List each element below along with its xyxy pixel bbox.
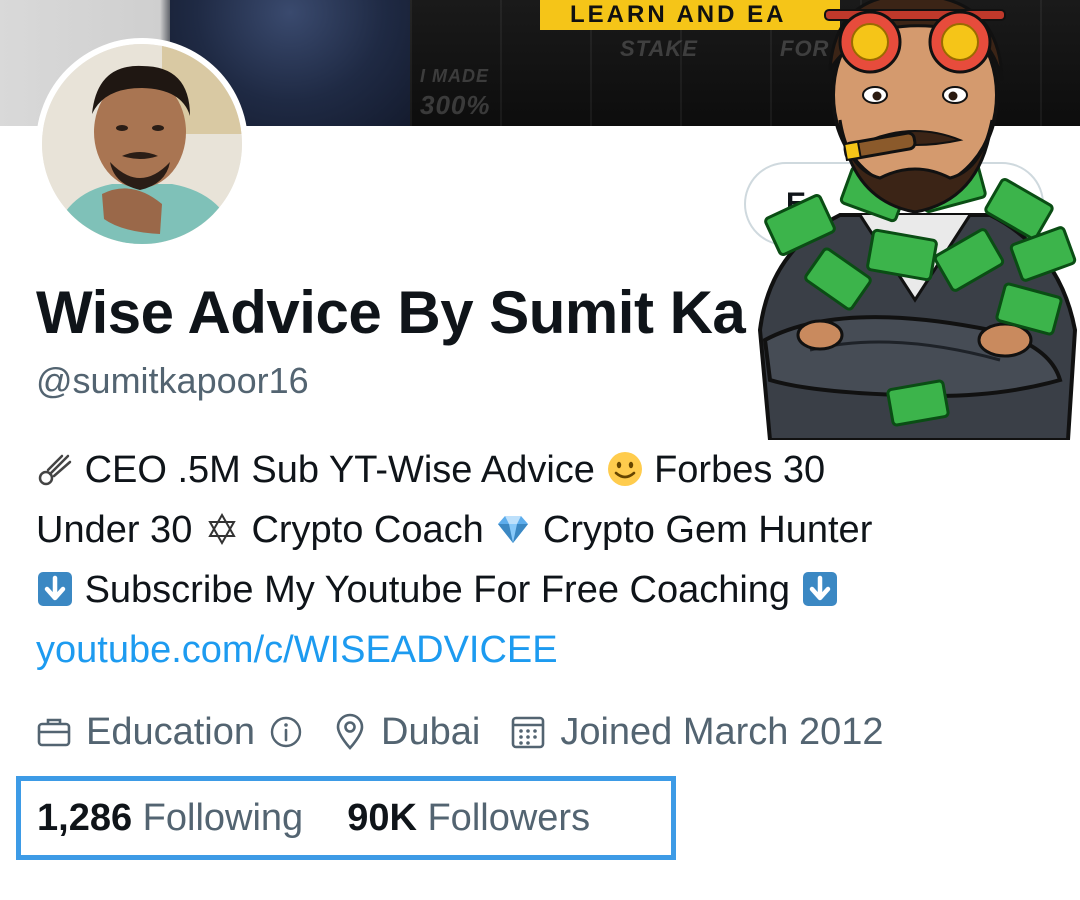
profile-display-name: Wise Advice By Sumit Ka: [36, 279, 746, 346]
following-label: Following: [142, 796, 304, 839]
bio-text: Forbes 30: [654, 449, 826, 491]
bio-text: Crypto Coach: [251, 509, 484, 551]
meta-joined: Joined March 2012: [510, 710, 884, 754]
bio-text: Subscribe My Youtube For Free Coaching: [84, 569, 791, 611]
meta-category: Education: [36, 711, 303, 754]
star-of-david-icon: [203, 510, 241, 548]
followers-count: 90K: [347, 796, 417, 839]
followers-stat[interactable]: 90K Followers: [347, 797, 590, 840]
bio-line-1: CEO .5M Sub YT-Wise Advice Forbes 30: [36, 440, 1036, 500]
meta-location-label: Dubai: [381, 710, 481, 753]
meta-joined-label: Joined March 2012: [560, 710, 884, 753]
bio-text: Under 30: [36, 509, 193, 551]
bio-line-3: Subscribe My Youtube For Free Coaching: [36, 560, 1036, 620]
meta-category-label: Education: [86, 710, 256, 753]
down-arrow-emoji-icon: [801, 570, 839, 608]
banner-faded-text: 300%: [420, 90, 491, 120]
down-arrow-emoji-icon: [36, 570, 74, 608]
profile-handle: @sumitkapoor16: [36, 360, 309, 401]
avatar-photo: [42, 44, 242, 244]
profile-bio: CEO .5M Sub YT-Wise Advice Forbes 30 Und…: [36, 440, 1036, 680]
comet-icon: [36, 450, 74, 488]
following-stat[interactable]: 1,286 Following: [37, 797, 303, 840]
cartoon-avatar-sticker: [757, 0, 1078, 440]
bio-line-2: Under 30 Crypto Coach Crypto Gem Hunter: [36, 500, 1036, 560]
info-icon[interactable]: [269, 715, 303, 749]
bio-text: Crypto Gem Hunter: [542, 509, 873, 551]
bio-line-4: youtube.com/c/WISEADVICEE: [36, 620, 1036, 680]
banner-faded-text: I MADE: [420, 66, 489, 86]
profile-meta: Education Dubai Joined March 2012: [36, 704, 914, 760]
location-pin-icon: [333, 713, 367, 751]
followers-label: Followers: [427, 796, 591, 839]
profile-avatar[interactable]: [36, 38, 248, 250]
gem-icon: [494, 510, 532, 548]
calendar-icon: [510, 714, 546, 750]
meta-location: Dubai: [333, 711, 480, 754]
smiley-emoji-icon: [606, 450, 644, 488]
following-count: 1,286: [37, 796, 133, 839]
bio-text: CEO .5M Sub YT-Wise Advice: [84, 449, 595, 491]
banner-faded-text: STAKE: [620, 36, 698, 61]
briefcase-icon: [36, 714, 72, 750]
follow-stats-highlight: 1,286 Following 90K Followers: [16, 776, 676, 860]
bio-youtube-link[interactable]: youtube.com/c/WISEADVICEE: [36, 629, 558, 671]
